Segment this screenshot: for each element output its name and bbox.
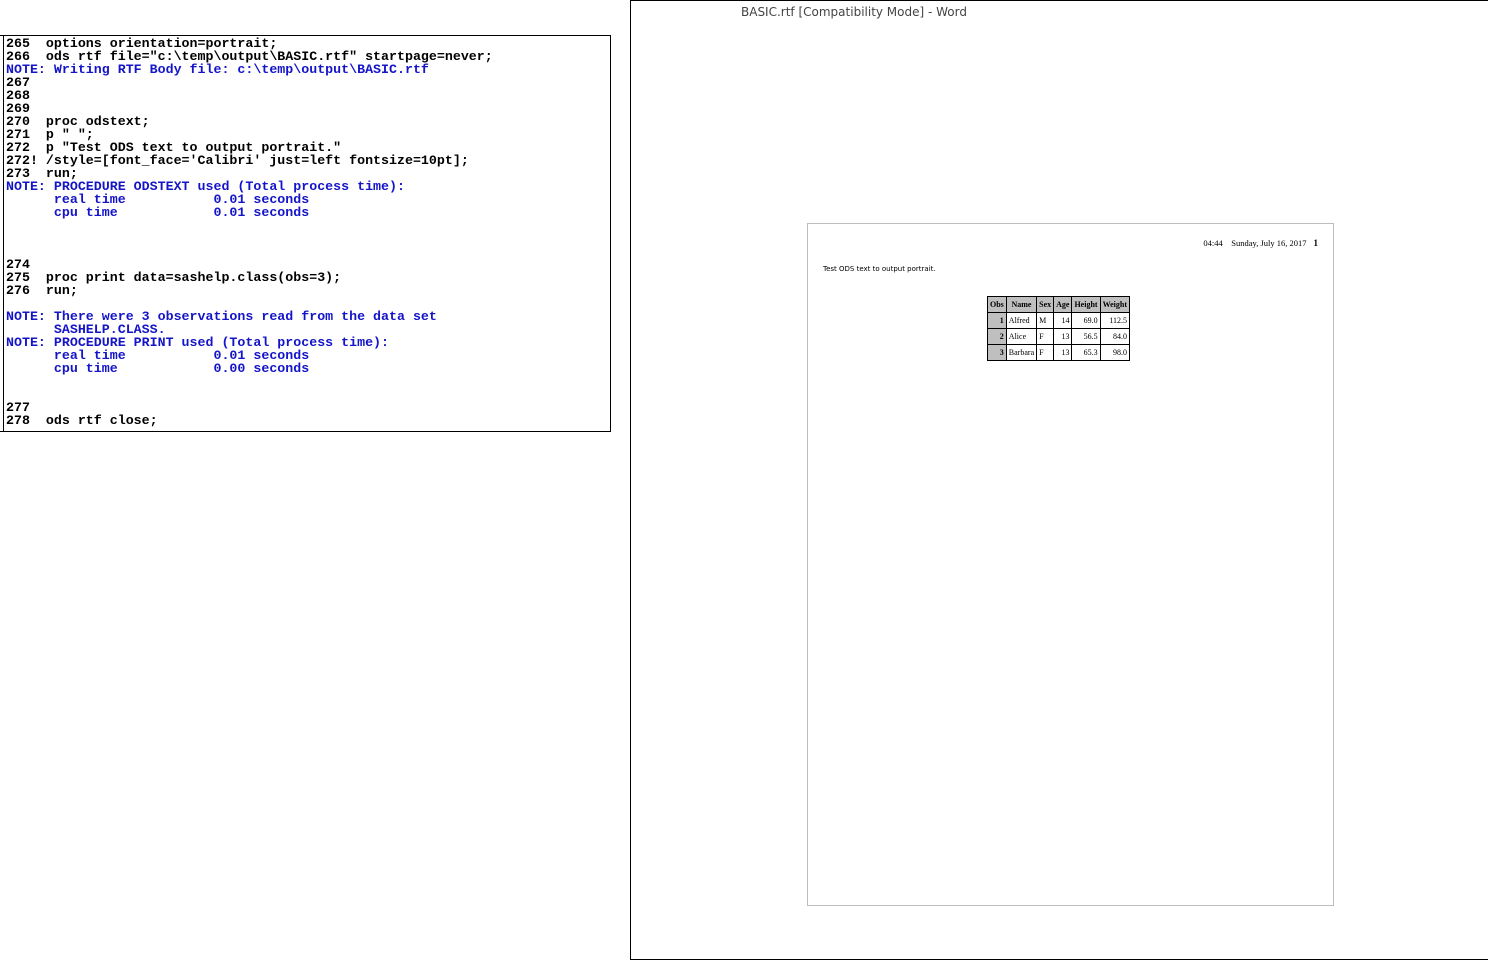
log-note-line: cpu time 0.00 seconds bbox=[6, 361, 310, 376]
log-code-line: 275 proc print data=sashelp.class(obs=3)… bbox=[6, 270, 342, 285]
column-header-weight: Weight bbox=[1099, 296, 1131, 313]
column-header-age: Age bbox=[1053, 296, 1073, 313]
log-code-line: 272! /style=[font_face='Calibri' just=le… bbox=[6, 153, 469, 168]
table-header-row: Obs Name Sex Age Height Weight bbox=[987, 296, 1131, 313]
log-code-line bbox=[6, 245, 610, 258]
header-date: Sunday, July 16, 2017 bbox=[1231, 238, 1307, 248]
table-cell-obs: 2 bbox=[987, 328, 1007, 345]
column-header-sex: Sex bbox=[1036, 296, 1055, 313]
table-cell-age: 14 bbox=[1053, 312, 1073, 329]
log-code-line: 270 proc odstext; bbox=[6, 114, 150, 129]
report-table: Obs Name Sex Age Height Weight 1 Alfred M 14 69.0… bbox=[987, 296, 1131, 361]
table-row: 3 Barbara F 13 65.3 98.0 bbox=[987, 344, 1131, 361]
table-row: 2 Alice F 13 56.5 84.0 bbox=[987, 328, 1131, 345]
log-code-line: 267 bbox=[6, 75, 30, 90]
log-code-line: 276 run; bbox=[6, 283, 78, 298]
table-cell-weight: 112.5 bbox=[1099, 312, 1131, 329]
header-time: 04:44 bbox=[1203, 238, 1223, 248]
table-cell-name: Barbara bbox=[1005, 344, 1038, 361]
log-margin-rule bbox=[3, 36, 4, 431]
window-title: BASIC.rtf [Compatibility Mode] - Word bbox=[741, 5, 967, 19]
report-table-wrapper: Obs Name Sex Age Height Weight 1 Alfred M 14 69.0… bbox=[987, 296, 1131, 361]
column-header-obs: Obs bbox=[987, 296, 1007, 313]
table-cell-height: 69.0 bbox=[1071, 312, 1101, 329]
log-code-line bbox=[6, 375, 610, 388]
log-code-line: 278 ods rtf close; bbox=[6, 413, 158, 428]
table-cell-age: 13 bbox=[1053, 344, 1073, 361]
page-header: 04:44 Sunday, July 16, 2017 1 bbox=[1203, 238, 1318, 248]
table-cell-age: 13 bbox=[1053, 328, 1073, 345]
table-cell-name: Alfred bbox=[1005, 312, 1038, 329]
document-page[interactable]: 04:44 Sunday, July 16, 2017 1 Test ODS te… bbox=[807, 223, 1334, 906]
document-body-text: Test ODS text to output portrait. bbox=[823, 265, 936, 273]
sas-log-window: 265 options orientation=portrait; 266 ods… bbox=[0, 35, 611, 432]
table-cell-height: 56.5 bbox=[1071, 328, 1101, 345]
table-body: 1 Alfred M 14 69.0 112.5 2 Alice F 13 56.5 84.0 3 Bar… bbox=[987, 312, 1131, 361]
log-code-line: 268 bbox=[6, 88, 30, 103]
table-cell-sex: F bbox=[1036, 344, 1055, 361]
word-window: BASIC.rtf [Compatibility Mode] - Word 04… bbox=[630, 0, 1488, 960]
column-header-height: Height bbox=[1071, 296, 1101, 313]
table-cell-weight: 98.0 bbox=[1099, 344, 1131, 361]
log-code-line bbox=[6, 388, 610, 401]
log-text-area[interactable]: 265 options orientation=portrait; 266 ods… bbox=[6, 37, 610, 427]
table-cell-obs: 3 bbox=[987, 344, 1007, 361]
table-cell-height: 65.3 bbox=[1071, 344, 1101, 361]
log-code-line bbox=[6, 232, 610, 245]
table-cell-sex: M bbox=[1036, 312, 1055, 329]
log-note-line: cpu time 0.01 seconds bbox=[6, 205, 310, 220]
table-row: 1 Alfred M 14 69.0 112.5 bbox=[987, 312, 1131, 329]
log-code-line bbox=[6, 219, 610, 232]
table-cell-name: Alice bbox=[1005, 328, 1038, 345]
page-number: 1 bbox=[1313, 238, 1319, 248]
table-cell-sex: F bbox=[1036, 328, 1055, 345]
log-note-line: NOTE: Writing RTF Body file: c:\temp\out… bbox=[6, 62, 429, 77]
table-cell-weight: 84.0 bbox=[1099, 328, 1131, 345]
table-cell-obs: 1 bbox=[987, 312, 1007, 329]
column-header-name: Name bbox=[1005, 296, 1038, 313]
